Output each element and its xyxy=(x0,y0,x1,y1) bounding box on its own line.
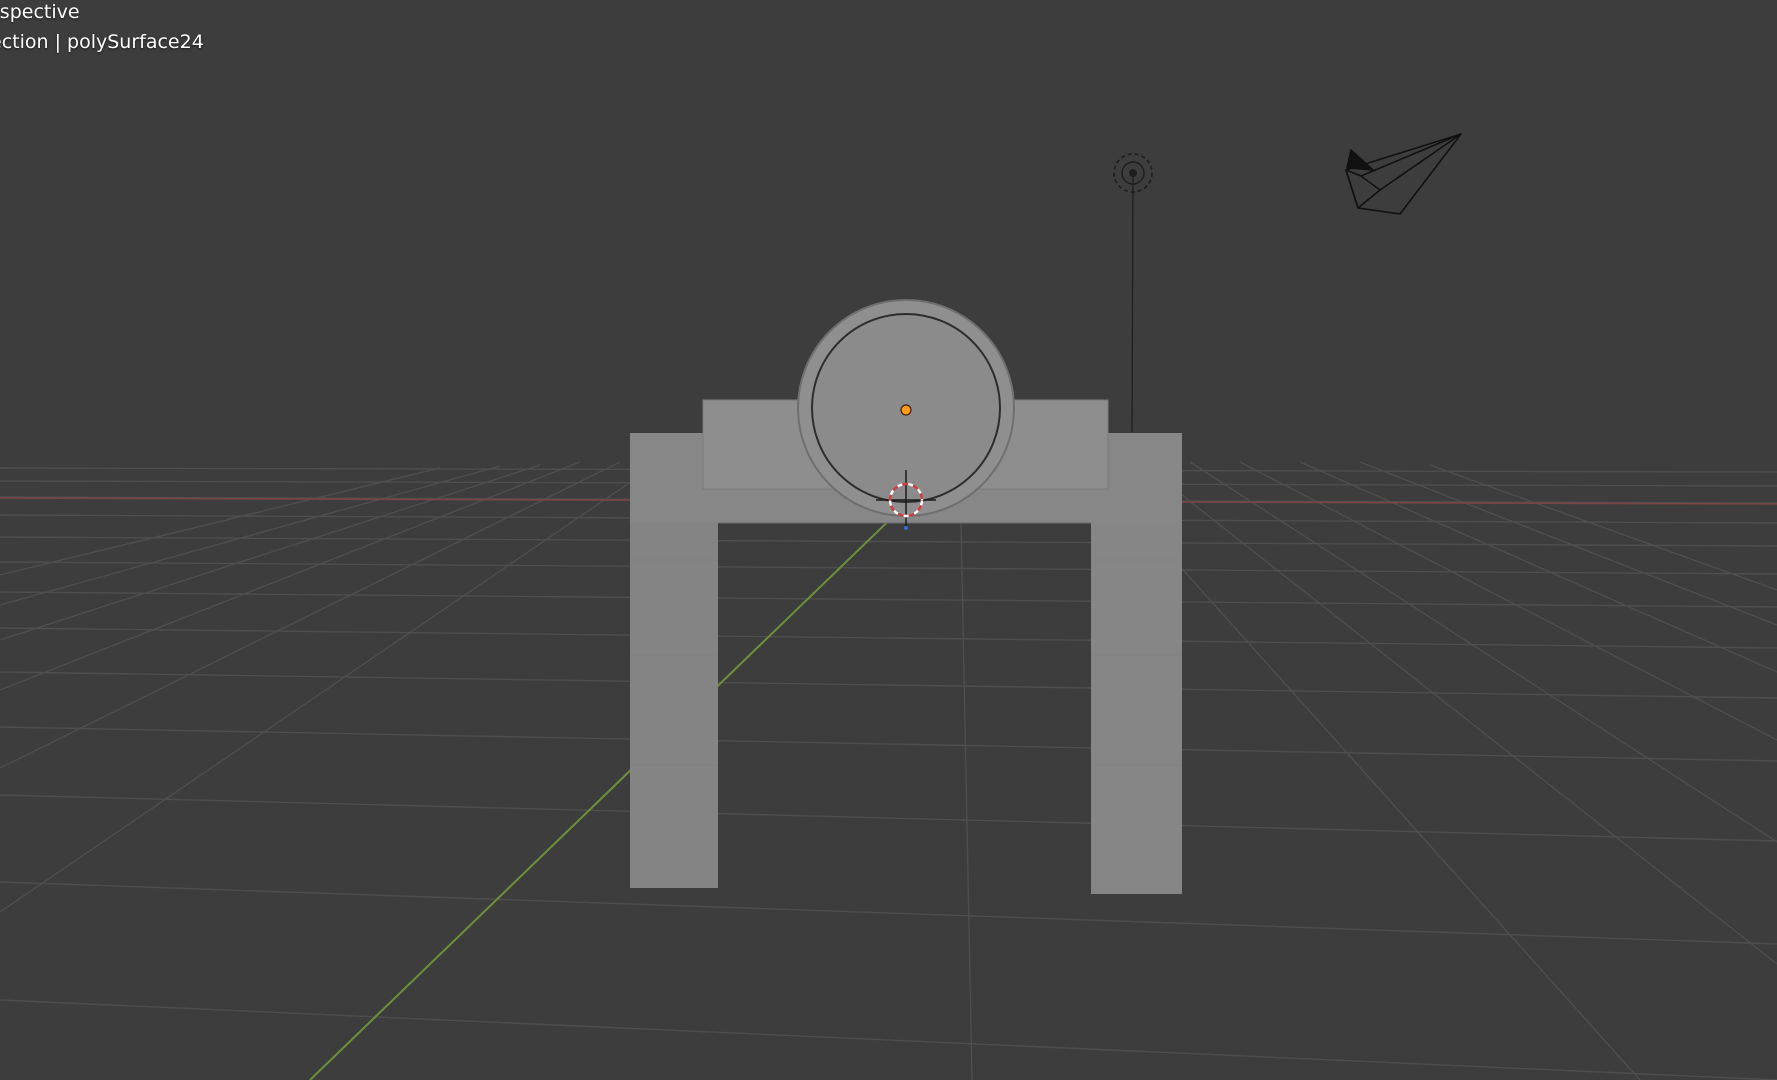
grid-line xyxy=(0,671,1777,699)
grid-line xyxy=(0,794,1777,842)
floor-grid xyxy=(0,461,1777,1080)
grid-line xyxy=(0,536,1777,547)
y-axis-line xyxy=(309,503,907,1080)
grid-line xyxy=(0,465,501,606)
grid-line xyxy=(959,469,973,1080)
camera-icon[interactable] xyxy=(1345,133,1462,215)
point-light-icon[interactable] xyxy=(1113,153,1153,433)
grid-line xyxy=(0,627,1777,649)
grid-line xyxy=(0,464,541,641)
polysurface24-mesh[interactable] xyxy=(630,299,1182,894)
object-origin-dot xyxy=(900,404,912,416)
grid-line xyxy=(1139,461,1777,965)
grid-line xyxy=(0,561,1777,575)
viewport-scene[interactable] xyxy=(0,0,1777,1080)
grid-line xyxy=(0,999,1777,1080)
grid-line xyxy=(0,461,661,913)
grid-line xyxy=(0,726,1777,762)
grid-line xyxy=(0,591,1777,608)
collection-object-label: ection | polySurface24 xyxy=(0,31,204,53)
view-mode-label: rspective xyxy=(0,1,80,23)
grid-line xyxy=(1429,464,1777,591)
grid-line xyxy=(1189,461,1777,843)
grid-line xyxy=(0,467,441,576)
grid-line xyxy=(0,461,621,769)
3d-viewport[interactable]: rspective ection | polySurface24 xyxy=(0,0,1777,1080)
grid-line xyxy=(1299,461,1777,673)
